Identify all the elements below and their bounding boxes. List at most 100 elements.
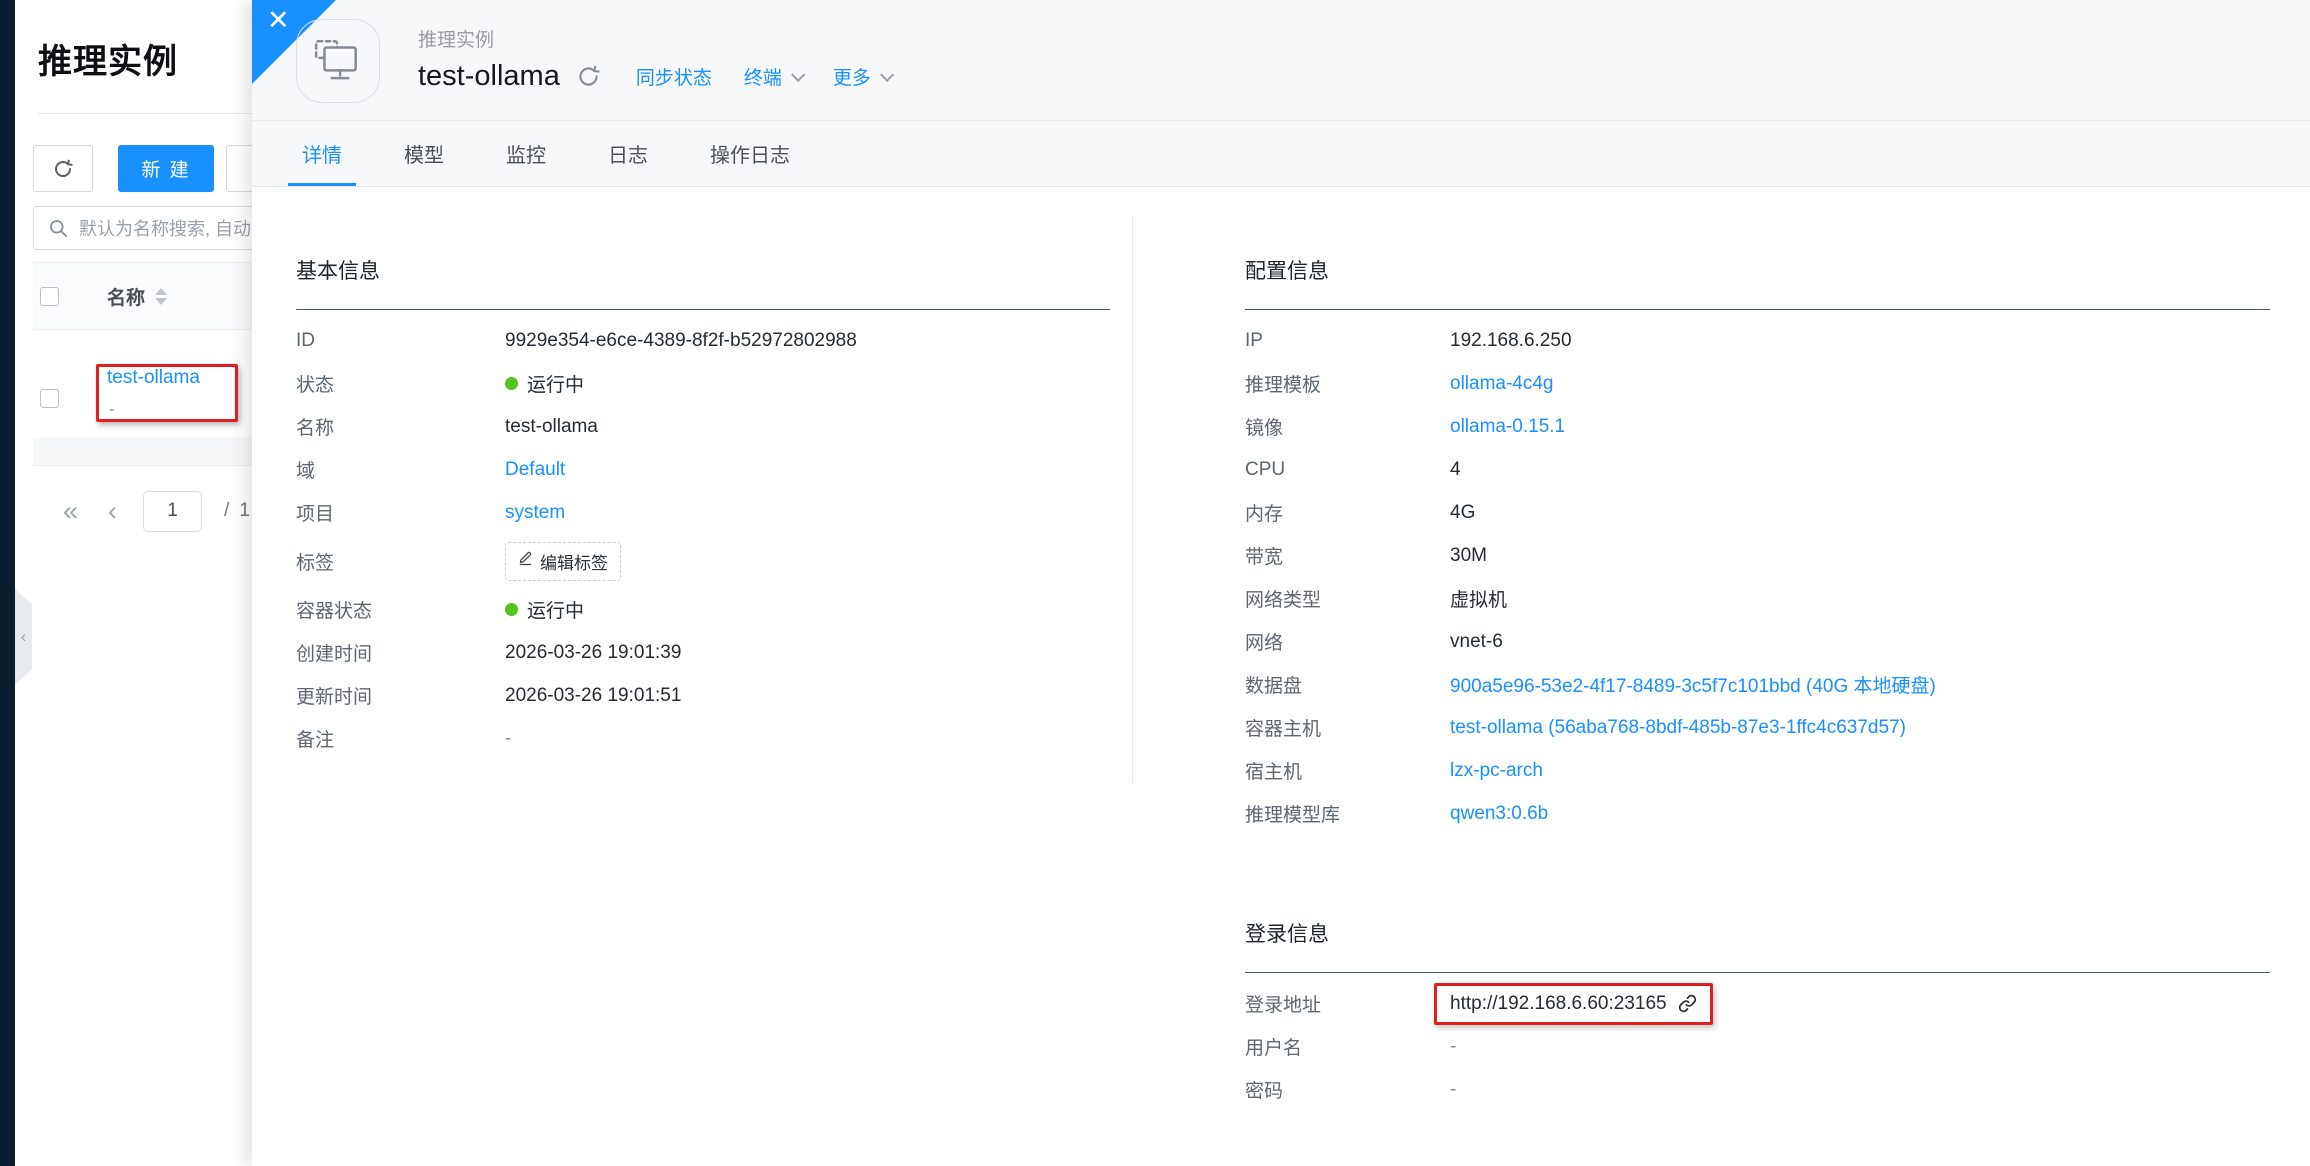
detail-row: 容器主机test-ollama (56aba768-8bdf-485b-87e3… <box>1245 706 2270 749</box>
drawer-tab[interactable]: 操作日志 <box>710 121 790 186</box>
row-secondary-text: - <box>109 401 114 419</box>
page-input[interactable]: 1 <box>143 491 202 532</box>
chevron-down-icon <box>791 67 805 81</box>
field-label: 镜像 <box>1245 413 1450 440</box>
drawer-action-link[interactable]: 终端 <box>744 63 801 90</box>
drawer-tab[interactable]: 详情 <box>302 121 342 186</box>
section-login-info: 登录信息 登录地址http://192.168.6.60:23165用户名-密码… <box>1245 920 2270 1111</box>
drawer-content: 基本信息 ID9929e354-e6ce-4389-8f2f-b52972802… <box>252 187 2310 1166</box>
field-label: IP <box>1245 330 1450 352</box>
field-value: - <box>505 728 511 750</box>
drawer-title-row: test-ollama 同步状态 终端 更多 <box>418 60 890 93</box>
refresh-icon <box>53 159 73 179</box>
field-link[interactable]: ollama-4c4g <box>1450 373 1554 395</box>
drawer-tab[interactable]: 模型 <box>404 121 444 186</box>
field-link[interactable]: system <box>505 502 565 524</box>
config-info-rows: IP192.168.6.250推理模板ollama-4c4g 镜像ollama-0… <box>1245 310 2270 835</box>
field-label: 备注 <box>296 725 505 752</box>
edit-tags-button[interactable]: 编辑标签 <box>505 542 621 581</box>
refresh-button[interactable] <box>33 145 93 192</box>
close-icon[interactable]: ✕ <box>267 7 290 34</box>
instance-type-icon <box>296 19 380 103</box>
drawer-tab[interactable]: 日志 <box>608 121 648 186</box>
field-link[interactable]: Default <box>505 459 565 481</box>
create-button[interactable]: 新 建 <box>118 145 214 192</box>
field-label: 标签 <box>296 548 505 575</box>
drawer-header: ✕ 推理实例 test-ollama 同步状态 终端 更多 <box>252 0 2310 121</box>
field-label: 带宽 <box>1245 542 1450 569</box>
drawer-action-link[interactable]: 同步状态 <box>636 63 712 90</box>
prev-page-icon[interactable]: ‹ <box>108 498 117 525</box>
sidebar: 推理实例 新 建 默认为名称搜索, 自动 名称 test-ollama - « … <box>15 0 252 1166</box>
sort-icon[interactable] <box>155 288 167 305</box>
field-link[interactable]: qwen3:0.6b <box>1450 803 1548 825</box>
drawer-type-label: 推理实例 <box>418 25 494 52</box>
field-label: 网络类型 <box>1245 585 1450 612</box>
detail-row: 更新时间2026-03-26 19:01:51 <box>296 674 1110 717</box>
action-label: 终端 <box>744 63 782 90</box>
detail-row: 备注- <box>296 717 1110 760</box>
field-label: 推理模型库 <box>1245 800 1450 827</box>
field-label: 名称 <box>296 413 505 440</box>
detail-row: 项目system <box>296 491 1110 534</box>
login-url-value: http://192.168.6.60:23165 <box>1450 993 1667 1015</box>
detail-row: 容器状态运行中 <box>296 588 1110 631</box>
status-dot-icon <box>505 377 518 390</box>
row-checkbox[interactable] <box>40 389 59 408</box>
detail-row: 名称test-ollama <box>296 405 1110 448</box>
field-label: 密码 <box>1245 1076 1450 1103</box>
detail-row: 密码- <box>1245 1068 2270 1111</box>
select-all-checkbox[interactable] <box>40 287 59 306</box>
first-page-icon[interactable]: « <box>63 498 78 525</box>
detail-row: 带宽30M <box>1245 534 2270 577</box>
chevron-left-icon: ‹ <box>21 627 27 647</box>
field-label: 创建时间 <box>296 639 505 666</box>
field-label: 用户名 <box>1245 1033 1450 1060</box>
detail-row: 推理模型库qwen3:0.6b <box>1245 792 2270 835</box>
section-basic-info: 基本信息 ID9929e354-e6ce-4389-8f2f-b52972802… <box>296 257 1110 760</box>
field-label: 数据盘 <box>1245 671 1450 698</box>
instance-name-link[interactable]: test-ollama <box>107 367 200 389</box>
field-label: 网络 <box>1245 628 1450 655</box>
external-link-icon[interactable] <box>1677 993 1698 1014</box>
sidebar-collapse-handle[interactable]: ‹ <box>15 589 32 685</box>
detail-row: 数据盘900a5e96-53e2-4f17-8489-3c5f7c101bbd … <box>1245 663 2270 706</box>
detail-row: 状态运行中 <box>296 362 1110 405</box>
drawer-tab[interactable]: 监控 <box>506 121 546 186</box>
drawer-action-link[interactable]: 更多 <box>833 63 890 90</box>
field-label: 域 <box>296 456 505 483</box>
field-value: 9929e354-e6ce-4389-8f2f-b52972802988 <box>505 330 857 352</box>
page-total: 1 <box>239 500 250 522</box>
field-link[interactable]: 900a5e96-53e2-4f17-8489-3c5f7c101bbd (40… <box>1450 671 1936 698</box>
search-box[interactable]: 默认为名称搜索, 自动 <box>33 206 252 250</box>
batch-actions-button[interactable] <box>226 145 252 192</box>
field-value: - <box>1450 1036 1456 1058</box>
field-label: 更新时间 <box>296 682 505 709</box>
field-label: CPU <box>1245 459 1450 481</box>
login-info-rows: 登录地址http://192.168.6.60:23165用户名-密码- <box>1245 973 2270 1111</box>
field-link[interactable]: test-ollama (56aba768-8bdf-485b-87e3-1ff… <box>1450 717 1906 739</box>
detail-row: IP192.168.6.250 <box>1245 319 2270 362</box>
action-label: 更多 <box>833 63 871 90</box>
search-icon <box>48 218 69 239</box>
action-label: 同步状态 <box>636 63 712 90</box>
field-link[interactable]: ollama-0.15.1 <box>1450 416 1565 438</box>
field-label: 状态 <box>296 370 505 397</box>
page-title: 推理实例 <box>38 34 178 83</box>
status-dot-icon <box>505 603 518 616</box>
table-header: 名称 <box>33 262 252 330</box>
section-config-info: 配置信息 IP192.168.6.250推理模板ollama-4c4g 镜像oll… <box>1245 257 2270 835</box>
table-row: test-ollama - <box>33 331 252 437</box>
section-title: 配置信息 <box>1245 257 2270 310</box>
drawer-title: test-ollama <box>418 60 560 93</box>
basic-info-rows: ID9929e354-e6ce-4389-8f2f-b52972802988状态… <box>296 310 1110 760</box>
field-label: 容器主机 <box>1245 714 1450 741</box>
field-link[interactable]: lzx-pc-arch <box>1450 760 1543 782</box>
detail-row: 推理模板ollama-4c4g <box>1245 362 2270 405</box>
field-value: 2026-03-26 19:01:51 <box>505 685 681 707</box>
field-value: test-ollama <box>505 416 598 438</box>
field-value: vnet-6 <box>1450 631 1503 653</box>
detail-row: CPU4 <box>1245 448 2270 491</box>
section-title: 登录信息 <box>1245 920 2270 973</box>
title-refresh-button[interactable] <box>577 65 600 88</box>
